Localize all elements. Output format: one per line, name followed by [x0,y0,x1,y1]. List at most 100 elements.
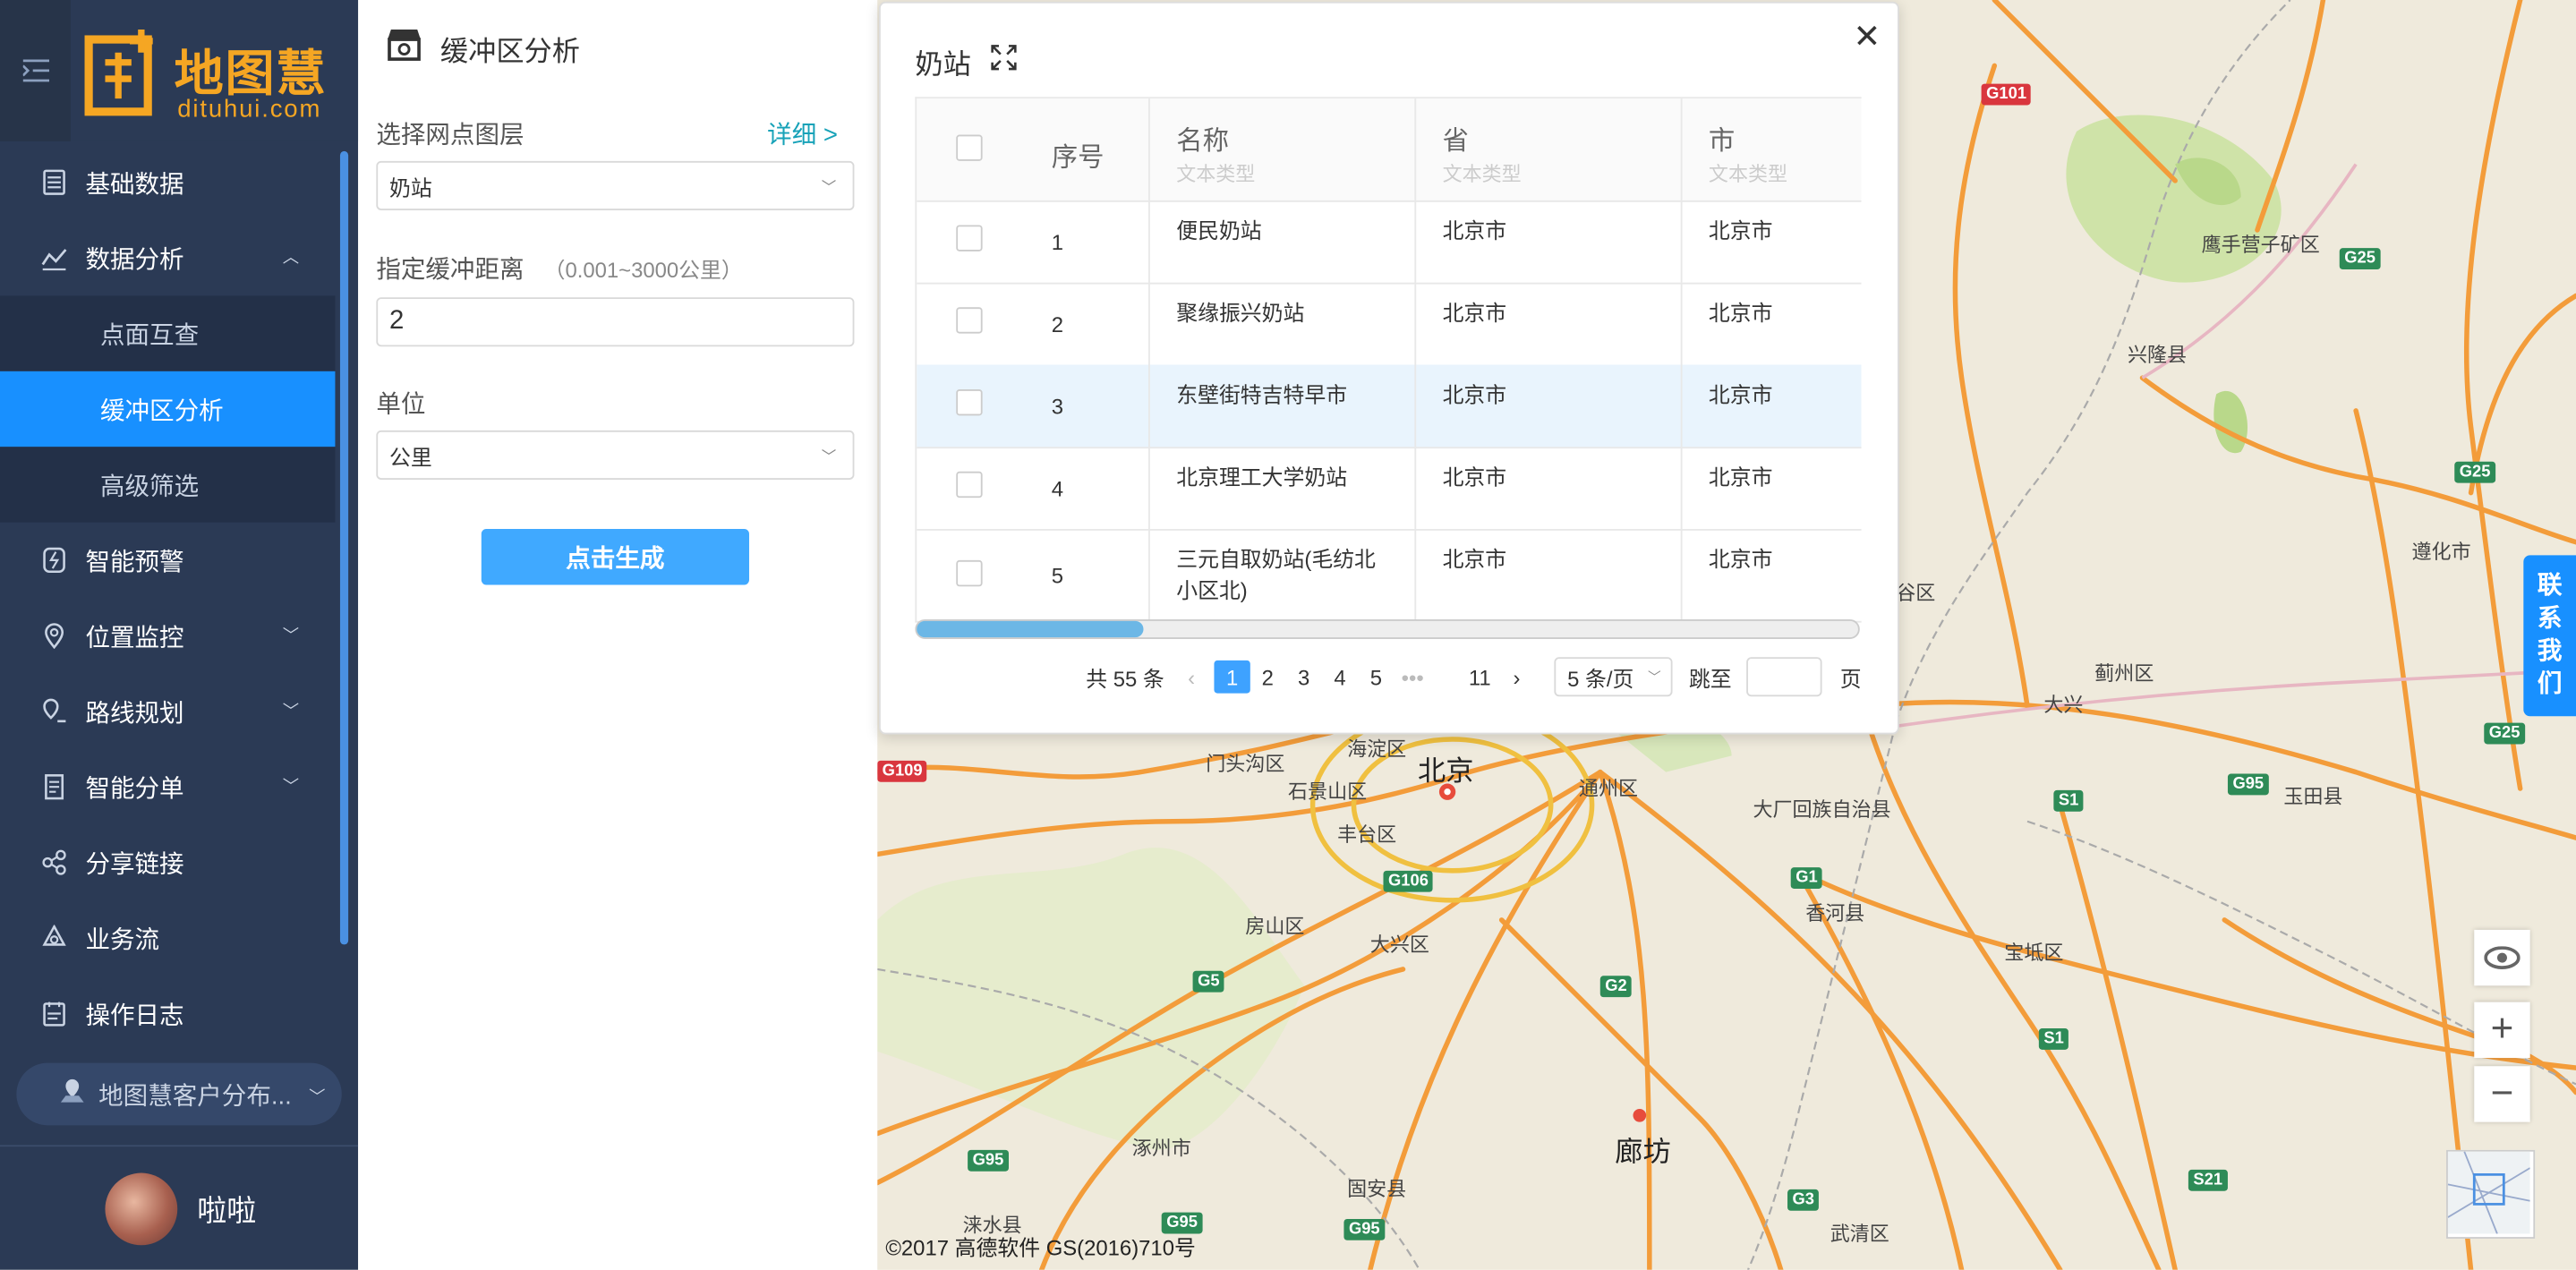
sidebar-item-label: 位置监控 [85,623,184,652]
sidebar-item-label: 路线规划 [85,699,184,728]
select-all-checkbox[interactable] [956,134,983,161]
table-header: 序号 名称 文本类型 省 文本类型 市 文本类型 [917,98,1862,202]
sidebar-item-smart-dispatch[interactable]: 智能分单 ﹀ [0,749,335,824]
road-shield: S21 [2188,1169,2228,1191]
menu-fold-icon[interactable] [0,0,71,141]
sidebar-item-route-planning[interactable]: 路线规划 ﹀ [0,674,335,749]
scrollbar-thumb[interactable] [917,620,1144,638]
contact-char: 我 [2537,637,2563,666]
customer-map-selector[interactable]: 地图慧客户分布... ﹀ [16,1062,342,1126]
page-ellipsis[interactable]: ••• [1402,657,1424,696]
distance-label: 指定缓冲距离 （0.001~3000公里） [376,251,742,286]
avatar[interactable] [105,1172,178,1245]
logo-domain: dituhui.com [177,95,322,124]
pagination: 共 55 条 ‹ 1 2 3 4 5 ••• 11 › 5 条/页 ﹀ 跳至 页 [881,657,1898,697]
table-row[interactable]: 2 聚缘振兴奶站 北京市 北京市 [917,282,1862,367]
unit-label: 单位 [376,390,426,420]
sidebar-item-label: 分享链接 [85,849,184,879]
layer-label: 选择网点图层 [376,121,525,150]
sidebar-subitem-buffer-analysis[interactable]: 缓冲区分析 [0,371,336,447]
page-item[interactable]: 11 [1469,657,1491,696]
unit-select[interactable]: 公里 ﹀ [376,430,855,480]
expand-icon[interactable] [991,45,1017,80]
cell-city: 北京市 [1683,283,1862,365]
logo-text: 地图慧 [174,46,328,104]
table-horizontal-scrollbar[interactable] [915,618,1860,640]
map-label: 北京 [1418,755,1474,788]
sidebar-item-share-link[interactable]: 分享链接 [0,824,335,899]
user-profile[interactable]: 啦啦 [0,1146,358,1270]
sidebar-item-operation-log[interactable]: 操作日志 [0,976,335,1051]
cell-name: 北京理工大学奶站 [1150,447,1417,530]
jump-page-input[interactable] [1746,657,1822,697]
row-checkbox[interactable] [956,389,983,416]
page-item[interactable]: 2 [1262,657,1274,696]
cell-name: 便民奶站 [1150,200,1417,283]
eye-icon[interactable] [2474,929,2530,986]
cell-text: 北京市 [1442,218,1507,243]
road-shield: G1 [1790,867,1823,890]
chevron-down-icon: ﹀ [282,627,300,646]
sidebar-subitem-advanced-filter[interactable]: 高级筛选 [0,447,336,523]
cell-province: 北京市 [1416,447,1683,530]
table-row[interactable]: 5 三元自取奶站(毛纺北小区北) 北京市 北京市 [917,529,1861,621]
next-page-icon[interactable]: › [1513,657,1520,696]
road-shield: G95 [2227,773,2269,796]
logo-icon [84,30,153,116]
page-item[interactable]: 4 [1334,657,1345,696]
map-label: 石景山区 [1288,780,1368,804]
sidebar-item-smart-alert[interactable]: 智能预警 [0,523,335,598]
sidebar-item-data-analysis[interactable]: 数据分析 ︿ [0,220,335,295]
sidebar-subitem-label: 缓冲区分析 [99,396,224,425]
page-item[interactable]: 1 [1214,660,1250,694]
cell-text: 三元自取奶站(毛纺北小区北) [1176,547,1376,603]
contact-us-button[interactable]: 联 系 我 们 [2523,555,2576,717]
sidebar-item-label: 数据分析 [85,245,184,274]
sidebar-item-location-monitor[interactable]: 位置监控 ﹀ [0,598,335,673]
result-popup: 奶站 ✕ 序号 名称 文本类型 省 文本类型 市 文本类型 1 便民奶站 北京市… [878,1,1899,735]
distance-input[interactable]: 2 [376,297,855,347]
generate-button[interactable]: 点击生成 [481,529,749,585]
column-title: 省 [1442,128,1469,157]
zoom-out-icon[interactable]: − [2474,1066,2530,1122]
overview-map[interactable] [2446,1149,2536,1239]
table-row[interactable]: 1 便民奶站 北京市 北京市 [917,200,1862,285]
page-item[interactable]: 3 [1298,657,1309,696]
cell-city: 北京市 [1683,364,1862,447]
panel-title: 缓冲区分析 [385,26,580,71]
cell-province: 北京市 [1416,282,1683,365]
sidebar-item-basic-data[interactable]: 基础数据 [0,145,335,220]
page-item[interactable]: 5 [1370,657,1382,696]
row-checkbox[interactable] [956,471,983,499]
row-checkbox[interactable] [956,225,983,251]
road-shield: G109 [877,760,928,782]
detail-link[interactable]: 详细 > [767,116,838,151]
cell-name: 聚缘振兴奶站 [1150,282,1417,365]
cell-text: 北京市 [1442,300,1507,326]
sidebar-subitem-label: 高级筛选 [99,472,200,500]
sidebar-scrollbar[interactable] [339,150,349,945]
logo[interactable]: 地图慧 dituhui.com [82,23,345,124]
cell-text: 便民奶站 [1176,218,1262,243]
panel-title-text: 缓冲区分析 [439,36,580,68]
row-checkbox[interactable] [956,559,983,587]
route-icon [39,696,69,726]
total-count: 共 55 条 [1086,666,1164,691]
cell-text: 5 [1051,563,1063,589]
map-label: 兴隆县 [2127,343,2188,367]
column-title: 名称 [1176,128,1229,157]
zoom-in-icon[interactable]: + [2474,1002,2530,1059]
map-label: 大兴区 [1369,933,1429,957]
layer-select[interactable]: 奶站 ﹀ [376,160,855,210]
close-icon[interactable]: ✕ [1853,16,1881,57]
cell-name: 三元自取奶站(毛纺北小区北) [1150,529,1417,621]
sidebar-item-workflow[interactable]: 业务流 [0,900,335,976]
sidebar-subitem-point-area[interactable]: 点面互查 [0,295,336,371]
prev-page-icon[interactable]: ‹ [1188,657,1195,696]
table-row[interactable]: 4 北京理工大学奶站 北京市 北京市 [917,447,1862,531]
row-checkbox[interactable] [956,307,983,334]
table-row[interactable]: 3 东壁街特吉特早市 北京市 北京市 [917,364,1862,449]
workflow-icon [39,924,69,953]
row-select [917,364,1025,447]
page-size-select[interactable]: 5 条/页 ﹀ [1554,657,1673,697]
